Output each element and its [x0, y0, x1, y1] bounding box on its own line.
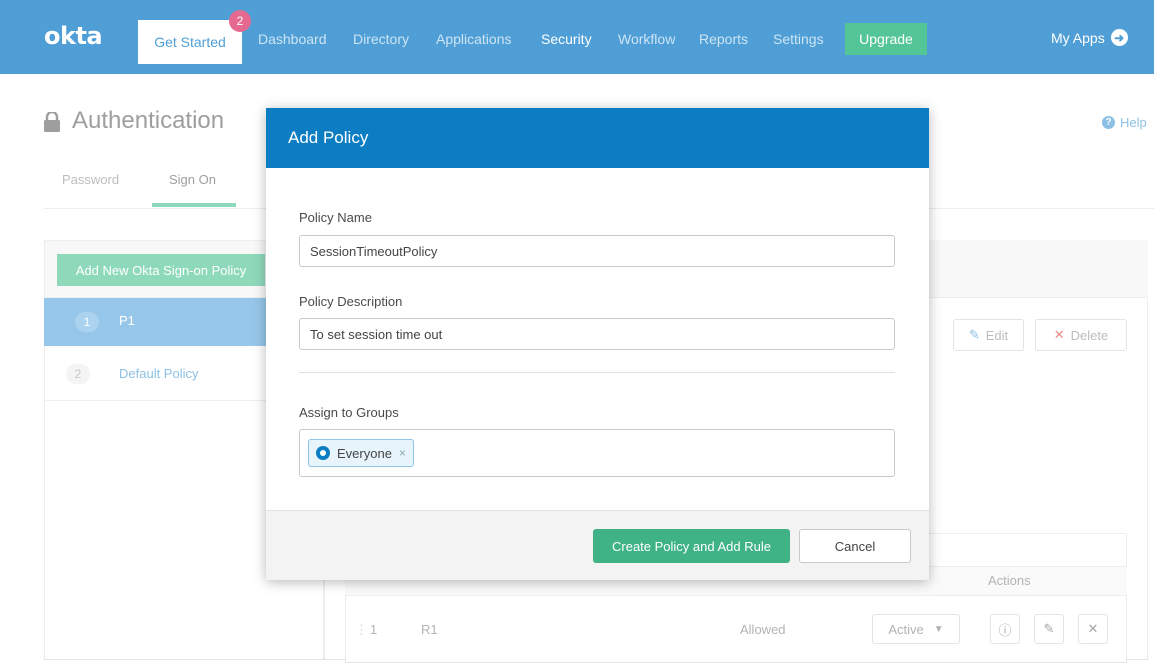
policy-description-value: To set session time out — [310, 326, 443, 342]
dialog-divider — [299, 372, 895, 373]
my-apps-label: My Apps — [1051, 29, 1105, 46]
nav-item-dashboard[interactable]: Dashboard — [258, 31, 327, 47]
get-started-button[interactable]: Get Started — [138, 20, 242, 64]
groups-input[interactable]: Everyone × — [299, 429, 895, 477]
policy-description-label: Policy Description — [299, 294, 403, 309]
nav-item-applications[interactable]: Applications — [436, 31, 512, 47]
okta-logo[interactable]: okta — [44, 22, 103, 50]
arrow-right-icon: ➜ — [1110, 29, 1128, 46]
policy-name-input[interactable]: SessionTimeoutPolicy — [299, 235, 895, 267]
create-policy-button[interactable]: Create Policy and Add Rule — [593, 529, 790, 563]
policy-description-input[interactable]: To set session time out — [299, 318, 895, 350]
my-apps-link[interactable]: My Apps ➜ — [1051, 29, 1128, 46]
nav-item-settings[interactable]: Settings — [773, 31, 824, 47]
assign-groups-label: Assign to Groups — [299, 405, 399, 420]
top-nav: okta Get Started 2 Dashboard Directory A… — [0, 0, 1154, 74]
dialog-title: Add Policy — [288, 128, 369, 147]
nav-item-directory[interactable]: Directory — [353, 31, 409, 47]
nav-item-reports[interactable]: Reports — [699, 31, 748, 47]
notification-badge: 2 — [229, 10, 251, 32]
nav-item-workflow[interactable]: Workflow — [618, 31, 675, 47]
nav-item-security[interactable]: Security — [541, 31, 592, 47]
cancel-button[interactable]: Cancel — [799, 529, 911, 563]
group-icon — [316, 446, 330, 460]
dialog-header: Add Policy — [266, 108, 929, 168]
add-policy-dialog: Add Policy Policy Name SessionTimeoutPol… — [266, 108, 929, 580]
upgrade-button[interactable]: Upgrade — [845, 23, 927, 55]
group-chip-label: Everyone — [337, 445, 392, 461]
policy-name-label: Policy Name — [299, 210, 372, 225]
remove-chip-icon[interactable]: × — [399, 446, 406, 460]
group-chip[interactable]: Everyone × — [308, 439, 414, 467]
policy-name-value: SessionTimeoutPolicy — [310, 243, 438, 259]
